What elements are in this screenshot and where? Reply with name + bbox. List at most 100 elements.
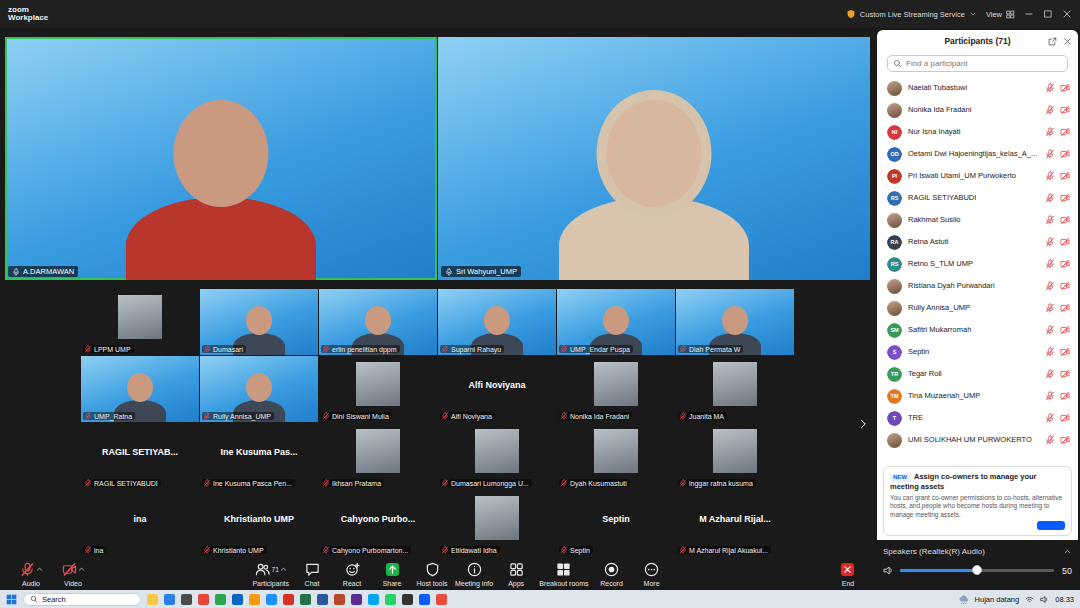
participant-tile[interactable]: Ikhsan Pratama (319, 423, 437, 489)
taskbar-app-icon[interactable] (436, 594, 447, 605)
react-button[interactable]: React (335, 562, 369, 587)
participant-tile[interactable]: Cahyono Purbo...Cahyono Purbomarton... (319, 490, 437, 556)
end-button[interactable]: End (831, 562, 865, 587)
participant-row[interactable]: RARetna Astuti (887, 231, 1070, 253)
volume-knob[interactable] (972, 565, 982, 575)
taskbar-app-icon[interactable] (232, 594, 243, 605)
apps-button[interactable]: Apps (499, 562, 533, 587)
participant-status (1045, 303, 1070, 313)
taskbar-app-icon[interactable] (283, 594, 294, 605)
participant-row[interactable]: TRTegar Roli (887, 363, 1070, 385)
taskbar-app-icon[interactable] (385, 594, 396, 605)
participant-row[interactable]: UMI SOLIKHAH UM PURWOKERTO (887, 429, 1070, 451)
profile-picture (713, 429, 757, 473)
avatar-initials: TR (887, 367, 902, 382)
participant-tile[interactable]: UMP_Endar Puspa (557, 289, 675, 355)
participant-row[interactable]: SSeptin (887, 341, 1070, 363)
participant-tile[interactable]: M Azharul Rijal...M Azharul Rijal Akuaku… (676, 490, 794, 556)
participant-tile[interactable]: Dumasari (200, 289, 318, 355)
participant-row[interactable]: Rully Annisa_UMP (887, 297, 1070, 319)
participant-row[interactable]: SMSafitri Mukarromah (887, 319, 1070, 341)
speaker-tile[interactable]: A.DARMAWAN (5, 37, 437, 280)
mic-muted-icon (1045, 435, 1055, 445)
chat-button[interactable]: Chat (295, 562, 329, 587)
taskbar-app-icon[interactable] (402, 594, 413, 605)
toolbar-icon-wrap (62, 562, 85, 578)
participant-row[interactable]: RSRetno S_TLM UMP (887, 253, 1070, 275)
profile-picture (594, 429, 638, 473)
participant-row[interactable]: NINur Isna Inayati (887, 121, 1070, 143)
share-button[interactable]: Share (375, 562, 409, 587)
taskbar-app-icon[interactable] (351, 594, 362, 605)
taskbar-app-icon[interactable] (215, 594, 226, 605)
participant-tile[interactable]: Dyah Kusumastuti (557, 423, 675, 489)
participant-tile[interactable]: SeptinSeptin (557, 490, 675, 556)
next-page-button[interactable] (857, 416, 869, 434)
video-button[interactable]: Video (56, 562, 90, 587)
taskbar-app-icon[interactable] (198, 594, 209, 605)
participant-tile[interactable]: Diah Permata W (676, 289, 794, 355)
display-name: Septin (602, 514, 630, 524)
participant-tile[interactable]: Khristianto UMPKhristianto UMP (200, 490, 318, 556)
taskbar-app-icon[interactable] (334, 594, 345, 605)
got-it-button[interactable] (1037, 521, 1065, 530)
participant-tile[interactable]: Juanita MA (676, 356, 794, 422)
participant-tile[interactable]: Rully Annisa_UMP (200, 356, 318, 422)
audio-button[interactable]: Audio (14, 562, 48, 587)
taskbar-app-icon[interactable] (368, 594, 379, 605)
participant-tile[interactable]: Dini Siswani Mulia (319, 356, 437, 422)
participant-name: inggar ratna kusuma (689, 480, 753, 487)
search-input[interactable] (906, 59, 1062, 68)
record-button[interactable]: Record (595, 562, 629, 587)
taskbar-app-icon[interactable] (266, 594, 277, 605)
participant-name: Ikhsan Pratama (332, 480, 381, 487)
participants-button[interactable]: 71Participants (252, 562, 289, 587)
taskbar-app-icon[interactable] (419, 594, 430, 605)
participant-row[interactable]: TTRE (887, 407, 1070, 429)
participant-tile[interactable]: Nonika Ida Fradani (557, 356, 675, 422)
participant-tile[interactable]: Suparni Rahayu (438, 289, 556, 355)
taskbar-app-icon[interactable] (181, 594, 192, 605)
speaker-tile[interactable]: Sri Wahyuni_UMP (438, 37, 870, 280)
taskbar-app-icon[interactable] (164, 594, 175, 605)
participant-row[interactable]: TMTina Muzaenah_UMP (887, 385, 1070, 407)
participant-row[interactable]: ODOetami Dwi Hajoeningtijas_kelas_A_... (887, 143, 1070, 165)
more-button[interactable]: More (635, 562, 669, 587)
streaming-indicator[interactable]: Custom Live Streaming Service (846, 9, 977, 19)
taskbar-app-icon[interactable] (300, 594, 311, 605)
participant-tile[interactable]: LPPM UMP (81, 289, 199, 355)
participant-tile[interactable]: erlin penelitian dppm (319, 289, 437, 355)
initials: RS (891, 195, 899, 201)
view-button[interactable]: View (986, 10, 1015, 19)
close-icon (1063, 37, 1072, 46)
participant-row[interactable]: Ristiana Dyah Purwandari (887, 275, 1070, 297)
info-button[interactable]: Meeting info (455, 562, 493, 587)
participant-tile[interactable]: RAGIL SETIYAB...RAGIL SETIYABUDI (81, 423, 199, 489)
mic-muted-icon (1045, 193, 1055, 203)
participant-tile[interactable]: Etiidawati Idha (438, 490, 556, 556)
participant-row[interactable]: PIPri Iswati Utami_UM Purwokerto (887, 165, 1070, 187)
video-off-icon (1060, 347, 1070, 357)
participant-row[interactable]: Naelati Tubastuwi (887, 77, 1070, 99)
mic-muted-icon (1045, 193, 1055, 203)
participant-tile[interactable]: Ine Kusuma Pas...Ine Kusuma Pasca Pen... (200, 423, 318, 489)
participant-tile[interactable]: Dumasari Lumongga U... (438, 423, 556, 489)
participant-row[interactable]: RSRAGIL SETIYABUDI (887, 187, 1070, 209)
participant-row[interactable]: Rakhmat Susilo (887, 209, 1070, 231)
taskbar-app-icon[interactable] (147, 594, 158, 605)
participant-tile[interactable]: Alfi NoviyanaAlfi Noviyana (438, 356, 556, 422)
participant-tile[interactable]: UMP_Ratna (81, 356, 199, 422)
taskbar-app-icon[interactable] (317, 594, 328, 605)
taskbar-search[interactable]: Search (23, 593, 141, 606)
volume-fill (900, 569, 977, 572)
participant-status (1045, 149, 1070, 159)
host-button[interactable]: Host tools (415, 562, 449, 587)
participant-name: Retno S_TLM UMP (908, 260, 1039, 269)
volume-track[interactable] (900, 569, 1054, 572)
participant-row[interactable]: Nonika Ida Fradani (887, 99, 1070, 121)
participant-tile[interactable]: inaina (81, 490, 199, 556)
participant-tile[interactable]: inggar ratna kusuma (676, 423, 794, 489)
taskbar-app-icon[interactable] (249, 594, 260, 605)
audio-device-row[interactable]: Speakers (Realtek(R) Audio) (883, 547, 1072, 556)
breakout-button[interactable]: Breakout rooms (539, 562, 588, 587)
